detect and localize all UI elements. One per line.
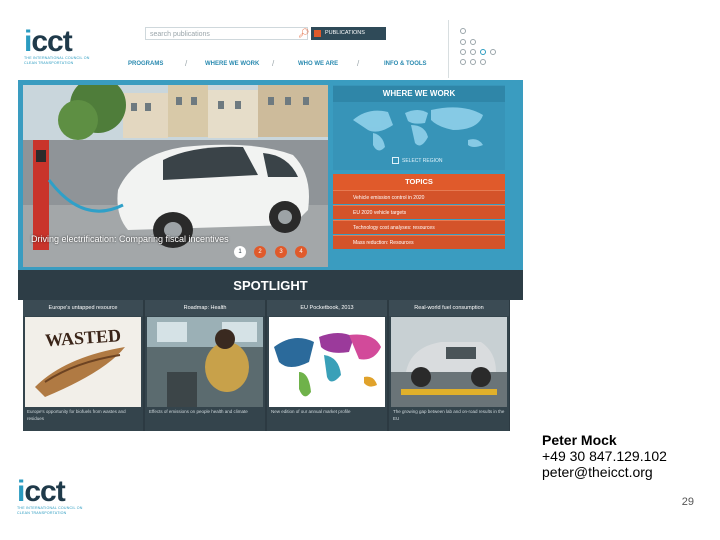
search-input[interactable]: search publications <box>145 27 308 40</box>
card-title: EU Pocketbook, 2013 <box>267 300 387 316</box>
topic-item[interactable]: Mass reduction: Resources <box>333 235 505 249</box>
contact-phone: +49 30 847.129.102 <box>542 448 667 464</box>
publications-button[interactable]: PUBLICATIONS <box>311 27 386 40</box>
card-title: Roadmap: Health <box>145 300 265 316</box>
contact-email[interactable]: peter@theicct.org <box>542 464 712 480</box>
card-image-wasted: WASTED <box>25 317 141 407</box>
pager-1[interactable]: 1 <box>234 246 246 258</box>
contact-block: Peter Mock +49 30 847.129.102 peter@thei… <box>542 432 712 480</box>
header-divider <box>448 20 449 78</box>
pager-4[interactable]: 4 <box>295 246 307 258</box>
spotlight-cards: Europe's untapped resource WASTED Europe… <box>23 300 510 431</box>
topic-item[interactable]: Vehicle emission control in 2020 <box>333 190 505 204</box>
contact-name: Peter Mock <box>542 432 617 448</box>
card-title: Real-world fuel consumption <box>389 300 509 316</box>
card-image-bus-interior <box>147 317 263 407</box>
spotlight-card[interactable]: Real-world fuel consumption The growing … <box>389 300 509 431</box>
spotlight-card[interactable]: Roadmap: Health Effects of emissions on … <box>145 300 265 431</box>
dots-logo-icon <box>460 28 505 68</box>
card-title: Europe's untapped resource <box>23 300 143 316</box>
pager-2[interactable]: 2 <box>254 246 266 258</box>
topic-item[interactable]: Technology cost analyses: resources <box>333 220 505 234</box>
slide-number: 29 <box>681 496 694 508</box>
nav-programs[interactable]: PROGRAMS <box>128 58 163 70</box>
nav-separator: / <box>272 59 275 68</box>
logo-subtitle: THE INTERNATIONAL COUNCIL ON CLEAN TRANS… <box>17 506 83 515</box>
checkbox-icon <box>314 30 321 37</box>
select-region-button[interactable]: SELECT REGION <box>392 156 452 166</box>
card-image-world-map <box>269 317 385 407</box>
nav-who-we-are[interactable]: WHO WE ARE <box>298 58 338 70</box>
spotlight-title: SPOTLIGHT <box>18 270 523 300</box>
checkbox-icon <box>392 157 399 165</box>
spotlight-card[interactable]: EU Pocketbook, 2013 New edition of our a… <box>267 300 387 431</box>
pager-3[interactable]: 3 <box>275 246 287 258</box>
card-image-car-test <box>391 317 507 407</box>
hero-caption[interactable]: Driving electrification: Comparing fisca… <box>31 234 241 245</box>
card-description: Europe's opportunity for biofuels from w… <box>27 409 126 421</box>
topic-item[interactable]: EU 2020 vehicle targets <box>333 205 505 219</box>
nav-separator: / <box>357 59 360 68</box>
card-description: Effects of emissions on people health an… <box>149 409 248 414</box>
where-we-work-title[interactable]: WHERE WE WORK <box>333 86 505 102</box>
nav-separator: / <box>185 59 188 68</box>
logo-subtitle: THE INTERNATIONAL COUNCIL ON CLEAN TRANS… <box>24 56 90 65</box>
logo-letters-cct: cct <box>31 25 72 58</box>
nav-info-tools[interactable]: INFO & TOOLS <box>384 58 427 70</box>
topics-title[interactable]: TOPICS <box>333 174 505 190</box>
spotlight-card[interactable]: Europe's untapped resource WASTED Europe… <box>23 300 143 431</box>
nav-where-we-work[interactable]: WHERE WE WORK <box>205 58 259 70</box>
search-icon[interactable]: 🔎︎ <box>298 28 309 39</box>
card-description: The growing gap between lab and on-road … <box>393 409 505 421</box>
icct-logo-bottom: icct THE INTERNATIONAL COUNCIL ON CLEAN … <box>17 475 89 524</box>
icct-logo-top[interactable]: icct THE INTERNATIONAL COUNCIL ON CLEAN … <box>24 25 94 72</box>
select-region-label: SELECT REGION <box>402 158 443 164</box>
publications-label: PUBLICATIONS <box>325 30 365 36</box>
card-description: New edition of our annual market profile <box>271 409 351 414</box>
logo-letters-cct: cct <box>24 475 65 508</box>
